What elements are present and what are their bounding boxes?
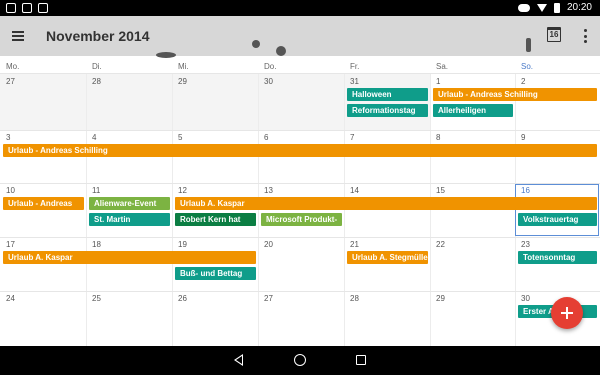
gamepad-icon: [517, 3, 530, 12]
app-header: November 2014 16: [0, 16, 600, 58]
month-grid: 27 28 29 30 31 1 2 3 4 5 6 7 8 9 10 11 12 13 14 15 16 17 18 19 2…: [0, 74, 600, 346]
calendar-event[interactable]: Urlaub - Andreas: [3, 197, 84, 210]
day-number: 18: [92, 240, 101, 249]
decoration-icon: [276, 46, 286, 56]
clock: 20:20: [566, 2, 592, 13]
weekday-label: Mo.: [6, 62, 20, 71]
weekday-row: Mo. Di. Mi. Do. Fr. Sa. So.: [0, 56, 600, 74]
notification-icon: [22, 3, 32, 13]
calendar-event[interactable]: Urlaub A. Kaspar: [3, 251, 256, 264]
calendar-event[interactable]: Volkstrauertag: [518, 213, 597, 226]
day-number: 17: [6, 240, 15, 249]
day-number: 1: [436, 77, 441, 86]
calendar-event[interactable]: Robert Kern hat: [175, 213, 256, 226]
day-number: 14: [350, 186, 359, 195]
status-bar: 20:20: [0, 0, 600, 16]
day-number: 29: [436, 294, 445, 303]
calendar-event[interactable]: Buß- und Bettag: [175, 267, 256, 280]
more-icon[interactable]: [583, 29, 587, 43]
day-number: 19: [178, 240, 187, 249]
weekday-label: So.: [521, 62, 534, 71]
add-event-button[interactable]: [551, 297, 583, 329]
day-number: 21: [350, 240, 359, 249]
decoration-icon: [526, 38, 531, 52]
calendar-event[interactable]: Halloween: [347, 88, 428, 101]
menu-icon[interactable]: [12, 31, 24, 41]
navigation-bar: [0, 346, 600, 375]
day-number: 20: [264, 240, 273, 249]
day-number: 30: [521, 294, 530, 303]
calendar-event[interactable]: Urlaub A. Kaspar: [175, 197, 597, 210]
day-number: 24: [6, 294, 15, 303]
day-number: 13: [264, 186, 273, 195]
day-cell[interactable]: [515, 74, 600, 130]
day-number: 10: [6, 186, 15, 195]
day-number: 9: [521, 133, 526, 142]
today-icon[interactable]: 16: [547, 27, 561, 42]
calendar-event[interactable]: St. Martin: [89, 213, 170, 226]
home-icon[interactable]: [294, 354, 306, 366]
day-number: 4: [92, 133, 97, 142]
day-number: 23: [521, 240, 530, 249]
weekday-label: Fr.: [350, 62, 360, 71]
day-number: 27: [264, 294, 273, 303]
page-title[interactable]: November 2014: [46, 28, 150, 44]
calendar-event[interactable]: Totensonntag: [518, 251, 597, 264]
calendar-event[interactable]: Reformationstag: [347, 104, 428, 117]
calendar-event[interactable]: Allerheiligen: [433, 104, 513, 117]
day-number: 12: [178, 186, 187, 195]
weekday-label: Di.: [92, 62, 102, 71]
weekday-label: Sa.: [436, 62, 449, 71]
day-number: 22: [436, 240, 445, 249]
weekday-label: Mi.: [178, 62, 189, 71]
day-cell[interactable]: [430, 74, 515, 130]
today-highlight: [515, 184, 599, 236]
battery-icon: [553, 2, 560, 13]
day-number: 6: [264, 133, 269, 142]
wifi-icon: [536, 3, 547, 12]
calendar-event[interactable]: Urlaub A. Stegmüller: [347, 251, 428, 264]
notification-icon: [38, 3, 48, 13]
weekday-label: Do.: [264, 62, 277, 71]
calendar-event[interactable]: Urlaub - Andreas Schilling: [433, 88, 597, 101]
day-number: 15: [436, 186, 445, 195]
day-number: 29: [178, 77, 187, 86]
recents-icon[interactable]: [356, 355, 366, 365]
day-number: 28: [92, 77, 101, 86]
calendar-event[interactable]: Microsoft Produkt-: [261, 213, 342, 226]
notification-icon: [6, 3, 16, 13]
day-number: 2: [521, 77, 526, 86]
calendar-event[interactable]: Urlaub - Andreas Schilling: [3, 144, 597, 157]
day-number: 8: [436, 133, 441, 142]
decoration-icon: [252, 40, 260, 48]
day-number: 5: [178, 133, 183, 142]
day-number: 7: [350, 133, 355, 142]
day-number: 11: [92, 186, 101, 195]
day-number: 26: [178, 294, 187, 303]
day-number: 25: [92, 294, 101, 303]
calendar-event[interactable]: Alienware-Event: [89, 197, 170, 210]
back-icon[interactable]: [234, 354, 243, 366]
day-number: 3: [6, 133, 11, 142]
day-number: 28: [350, 294, 359, 303]
day-number: 31: [350, 77, 359, 86]
day-number: 27: [6, 77, 15, 86]
day-number: 30: [264, 77, 273, 86]
